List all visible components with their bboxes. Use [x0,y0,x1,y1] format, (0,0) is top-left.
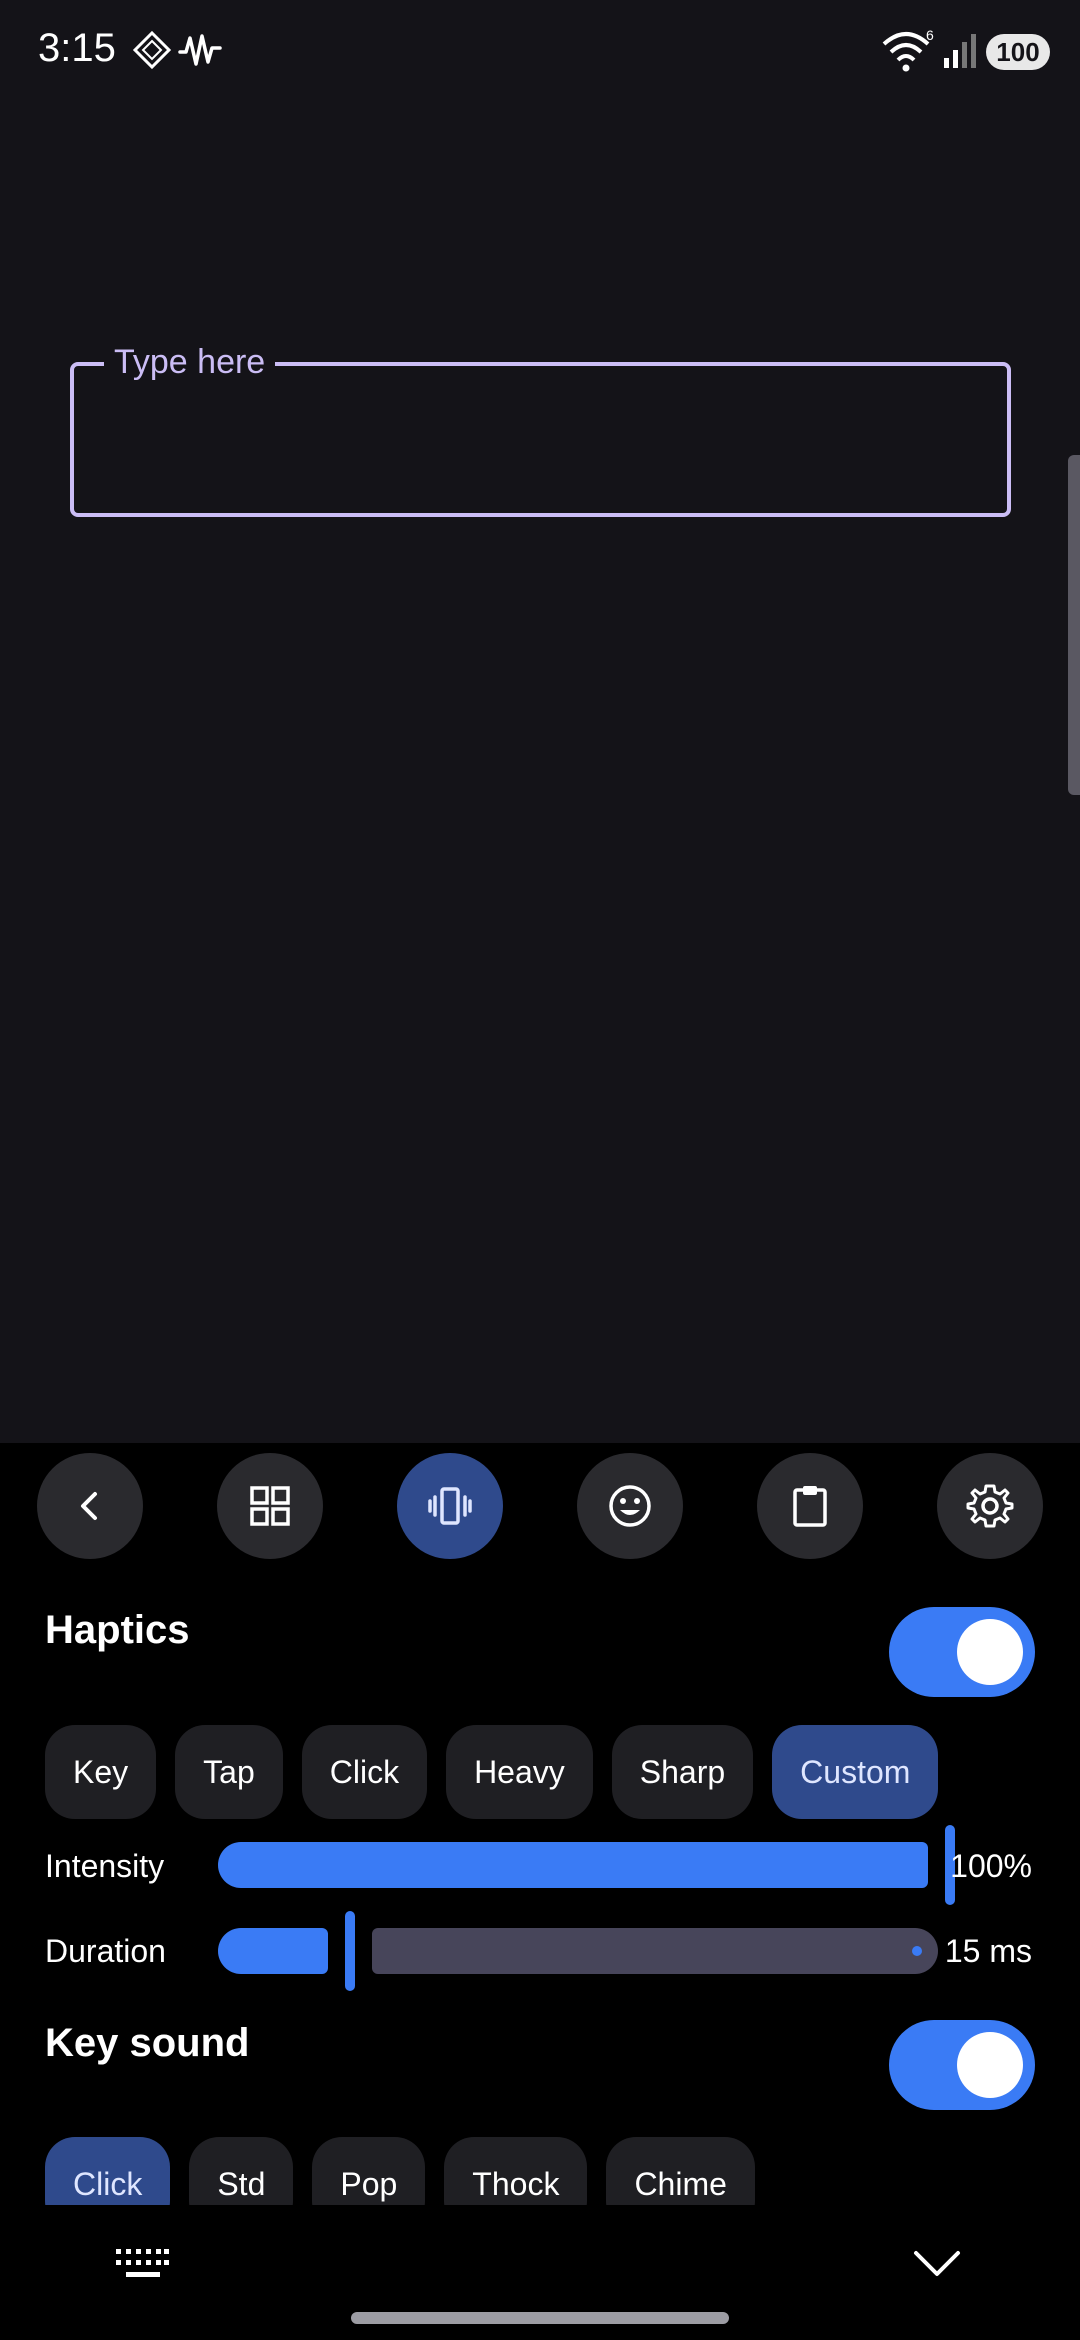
duration-thumb[interactable] [345,1911,355,1991]
back-button[interactable] [37,1453,143,1559]
vibration-icon [428,1487,472,1525]
status-bar: 3:15 6 100 [0,0,1080,100]
keyboard-toolbar [0,1443,1080,1573]
duration-track-inactive [372,1928,938,1974]
intensity-value: 100% [950,1848,1032,1884]
duration-value: 15 ms [944,1933,1032,1969]
clipboard-icon [793,1486,827,1527]
haptics-title: Haptics [45,1608,190,1652]
back-icon [81,1492,97,1520]
diamond-app-icon [132,30,172,75]
signal-icon [942,30,978,75]
haptic-chip-tap[interactable]: Tap [175,1725,283,1819]
status-time: 3:15 [38,26,116,70]
waveform-icon [178,30,222,75]
toggle-knob [957,1619,1023,1685]
key-sound-toggle[interactable] [889,2020,1035,2110]
grid-button[interactable] [217,1453,323,1559]
clipboard-button[interactable] [757,1453,863,1559]
battery-indicator: 100 [986,34,1050,70]
haptic-chip-click[interactable]: Click [301,1725,428,1819]
settings-icon [966,1484,1014,1528]
input-label: Type here [104,340,276,384]
haptic-chip-heavy[interactable]: Heavy [446,1725,593,1819]
keyboard-icon [116,2249,169,2277]
text-input[interactable] [70,362,1011,517]
key-sound-title: Key sound [45,2021,250,2065]
duration-track-active [218,1928,328,1974]
haptic-chip-custom[interactable]: Custom [772,1725,939,1819]
chevron-down-icon [914,2251,960,2276]
intensity-track-active [218,1842,928,1888]
emoji-button[interactable] [577,1453,683,1559]
haptics-toggle[interactable] [889,1607,1035,1697]
vibration-button[interactable] [397,1453,503,1559]
scroll-handle[interactable] [1068,455,1080,795]
duration-label: Duration [45,1933,166,1969]
intensity-label: Intensity [45,1848,165,1884]
haptics-preset-row: Key Tap Click Heavy Sharp Custom [45,1725,939,1819]
keyboard-switch-button[interactable] [114,2245,170,2290]
toggle-knob [957,2032,1023,2098]
wifi-icon: 6 [880,27,936,77]
grid-icon [250,1486,290,1526]
haptic-chip-sharp[interactable]: Sharp [611,1725,754,1819]
haptic-chip-key[interactable]: Key [45,1725,157,1819]
settings-button[interactable] [937,1453,1043,1559]
hide-keyboard-button[interactable] [910,2243,964,2288]
emoji-icon [609,1485,651,1527]
home-indicator[interactable] [351,2312,729,2324]
duration-stop-indicator [912,1946,922,1956]
network-type-label: 6 [926,28,934,43]
